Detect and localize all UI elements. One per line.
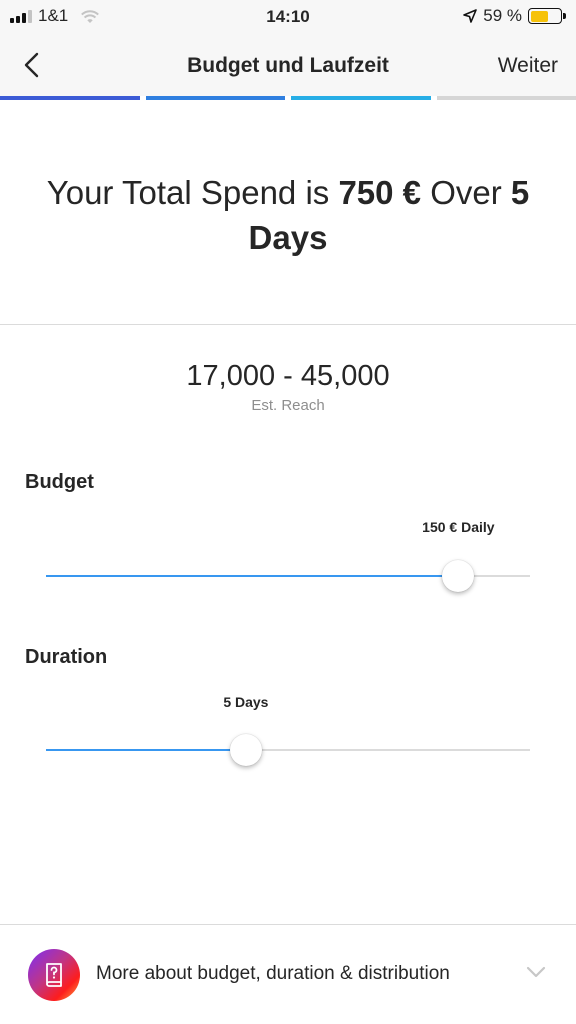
- estimated-reach-value: 17,000 - 45,000: [186, 360, 390, 392]
- battery-percent: 59 %: [483, 6, 522, 25]
- summary-middle: Over: [430, 174, 502, 211]
- navigation-bar: Budget und Laufzeit Weiter: [0, 36, 576, 96]
- battery-level: [530, 10, 548, 22]
- progress-segment: [145, 96, 285, 100]
- duration-slider-fill: [46, 749, 246, 751]
- more-about-label: More about budget, duration & distributi…: [96, 963, 450, 984]
- duration-title: Duration: [25, 646, 108, 668]
- progress-segment: [436, 96, 576, 100]
- budget-slider[interactable]: [46, 560, 530, 592]
- budget-slider-fill: [46, 575, 459, 577]
- summary-days-number: 5: [510, 174, 530, 211]
- budget-value-label: 150 € Daily: [422, 519, 495, 535]
- status-right: 59 %: [463, 6, 566, 26]
- page-title: Budget und Laufzeit: [187, 54, 389, 77]
- more-about-row[interactable]: More about budget, duration & distributi…: [0, 925, 576, 1024]
- step-progress: [0, 96, 576, 101]
- progress-segment: [0, 96, 140, 100]
- duration-slider[interactable]: [46, 734, 530, 766]
- budget-slider-thumb[interactable]: [442, 560, 475, 592]
- budget-title: Budget: [25, 471, 94, 493]
- divider: [0, 324, 576, 325]
- duration-slider-thumb[interactable]: [229, 734, 262, 766]
- progress-segment: [291, 96, 431, 100]
- location-arrow-icon: [463, 9, 478, 23]
- status-bar: 1&1 14:10 59 %: [0, 0, 576, 36]
- summary-days-word: Days: [248, 219, 328, 256]
- estimated-reach-label: Est. Reach: [251, 397, 325, 414]
- summary-prefix: Your Total Spend is: [46, 174, 330, 211]
- chevron-down-icon: [526, 966, 546, 978]
- total-spend-summary: Your Total Spend is 750 € Over 5 Days: [20, 170, 556, 260]
- battery-icon: [528, 8, 566, 24]
- duration-value-label: 5 Days: [223, 694, 269, 710]
- help-book-icon: [28, 949, 80, 1001]
- summary-amount: 750 €: [338, 174, 422, 211]
- next-button[interactable]: Weiter: [498, 54, 558, 78]
